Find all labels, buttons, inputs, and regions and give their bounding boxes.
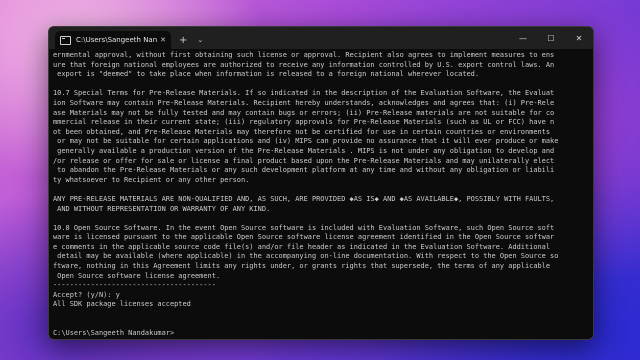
terminal-icon bbox=[60, 35, 71, 45]
console-line: export is "deemed" to take place when in… bbox=[53, 70, 480, 79]
console-line: ANY PRE-RELEASE MATERIALS ARE NON-QUALIF… bbox=[53, 194, 555, 203]
console-line: ure that foreign national employees are … bbox=[53, 60, 555, 69]
console-line: 10.7 Special Terms for Pre-Release Mater… bbox=[53, 89, 555, 98]
console-line: C:\Users\Sangeeth Nandakumar> bbox=[53, 329, 175, 337]
console-line: All SDK package licenses accepted bbox=[53, 300, 191, 309]
maximize-button[interactable]: ☐ bbox=[537, 27, 565, 49]
chevron-down-icon[interactable]: ⌄ bbox=[197, 36, 203, 44]
console-line: ot been obtained, and Pre-Release Materi… bbox=[53, 127, 551, 136]
close-button[interactable]: ✕ bbox=[565, 27, 593, 49]
title-bar[interactable]: C:\Users\Sangeeth Nandakumar ✕ + ⌄ — ☐ ✕ bbox=[49, 27, 593, 49]
console-line: ase Materials may not be fully tested an… bbox=[53, 108, 555, 117]
tab-title: C:\Users\Sangeeth Nandakumar bbox=[76, 36, 158, 44]
new-tab-button[interactable]: + bbox=[179, 35, 187, 46]
console-line: 10.8 Open Source Software. In the event … bbox=[53, 223, 555, 232]
console-line: --------------------------------------- bbox=[53, 281, 216, 290]
console-line: Open Source software license agreement. bbox=[53, 271, 221, 280]
terminal-window: C:\Users\Sangeeth Nandakumar ✕ + ⌄ — ☐ ✕… bbox=[48, 26, 594, 340]
console-output[interactable]: ernmental approval, without first obtain… bbox=[53, 51, 589, 337]
console-line: mmercial release in their current state;… bbox=[53, 118, 555, 127]
console-line: detail may be available (where applicabl… bbox=[53, 252, 559, 261]
console-line: generally available a production version… bbox=[53, 146, 555, 155]
console-line: ty whatsoever to Recipient or any other … bbox=[53, 175, 250, 184]
console-line: Accept? (y/N): y bbox=[53, 290, 120, 299]
console-line: ware is licensed pursuant to the applica… bbox=[53, 233, 555, 242]
console-line: ion Software may contain Pre-Release Mat… bbox=[53, 98, 555, 107]
console-line: or may not be suitable for certain appli… bbox=[53, 137, 559, 146]
console-line: AND WITHOUT REPRESENTATION OR WARRANTY O… bbox=[53, 204, 271, 213]
console-line: ftware, nothing in this Agreement limits… bbox=[53, 262, 551, 271]
console-line: ernmental approval, without first obtain… bbox=[53, 51, 555, 59]
console-line: /or release or offer for sale or license… bbox=[53, 156, 555, 165]
minimize-button[interactable]: — bbox=[509, 27, 537, 49]
tab-close-icon[interactable]: ✕ bbox=[160, 36, 166, 44]
console-line: e comments in the applicable source code… bbox=[53, 242, 551, 251]
console-line: to abandon the Pre-Release Materials or … bbox=[53, 166, 555, 175]
tab-command-prompt[interactable]: C:\Users\Sangeeth Nandakumar ✕ bbox=[55, 31, 171, 49]
window-controls: — ☐ ✕ bbox=[509, 27, 593, 49]
